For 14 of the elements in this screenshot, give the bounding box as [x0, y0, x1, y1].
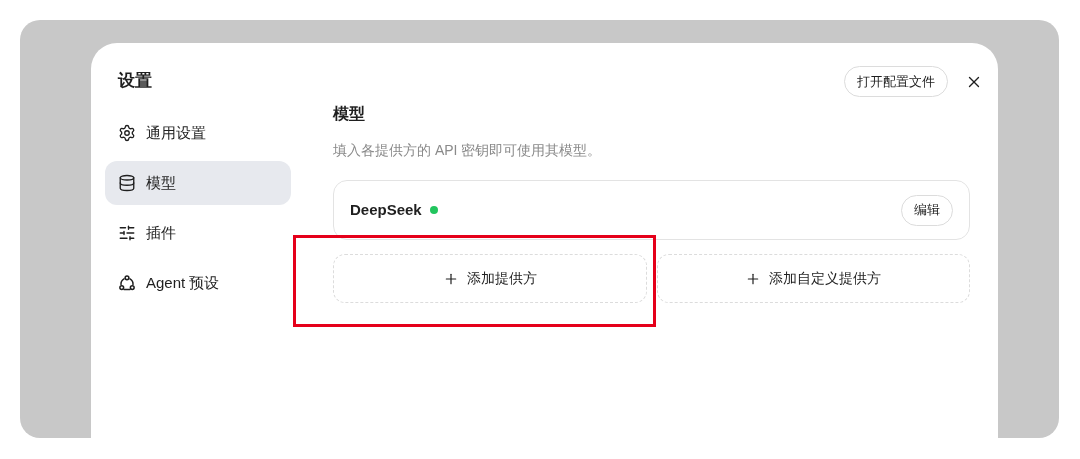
sliders-icon [118, 224, 136, 242]
add-provider-button[interactable]: 添加提供方 [333, 254, 647, 303]
sidebar-item[interactable]: Agent 预设 [105, 261, 291, 305]
dialog-title: 设置 [116, 70, 153, 92]
add-provider-button[interactable]: 添加自定义提供方 [656, 254, 970, 303]
section-description: 填入各提供方的 API 密钥即可使用其模型。 [333, 141, 603, 160]
nodes-icon [118, 274, 136, 292]
sidebar-item[interactable]: 插件 [105, 211, 291, 255]
database-icon [118, 174, 136, 192]
section-title: 模型 [333, 104, 366, 124]
settings-icon [118, 124, 136, 142]
provider-name: DeepSeek [350, 199, 422, 220]
sidebar-item[interactable]: 通用设置 [105, 111, 291, 155]
sidebar-item[interactable]: 模型 [105, 161, 291, 205]
